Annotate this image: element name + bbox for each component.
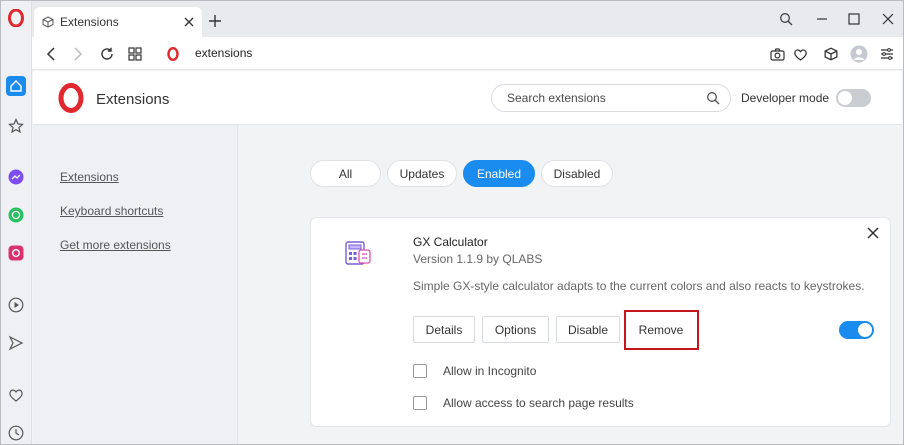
browser-window: Extensions extensions Extensions Search … [0, 0, 904, 445]
search-tabs-icon[interactable] [776, 9, 796, 29]
developer-mode-toggle[interactable] [836, 89, 871, 107]
search-box[interactable] [491, 84, 731, 112]
address-bar: extensions [32, 37, 903, 70]
allow-incognito-row[interactable]: Allow in Incognito [413, 364, 536, 378]
allow-search-row[interactable]: Allow access to search page results [413, 396, 634, 410]
allow-incognito-checkbox[interactable] [413, 364, 427, 378]
close-window-icon[interactable] [878, 9, 898, 29]
disable-button[interactable]: Disable [556, 316, 620, 343]
favorites-icon[interactable] [5, 115, 27, 137]
forward-icon[interactable] [68, 44, 88, 64]
extensions-page: Extensions Developer mode Extensions Key… [33, 71, 902, 444]
extension-version: Version 1.1.9 by QLABS [413, 252, 543, 266]
nav-link-keyboard-shortcuts[interactable]: Keyboard shortcuts [60, 204, 163, 218]
developer-mode-label: Developer mode [741, 91, 830, 105]
options-button[interactable]: Options [482, 316, 549, 343]
url-text[interactable]: extensions [195, 46, 252, 60]
minimize-icon[interactable] [812, 9, 832, 29]
opera-menu-icon[interactable] [5, 7, 27, 29]
back-icon[interactable] [41, 44, 61, 64]
player-icon[interactable] [5, 294, 27, 316]
tab-extensions[interactable]: Extensions [34, 7, 202, 37]
opera-page-icon [163, 44, 183, 64]
close-tab-icon[interactable] [184, 17, 194, 27]
search-input[interactable] [507, 85, 697, 111]
history-icon[interactable] [5, 422, 27, 444]
tab-strip: Extensions [32, 1, 903, 37]
details-button[interactable]: Details [413, 316, 475, 343]
filter-enabled[interactable]: Enabled [463, 160, 535, 187]
easy-setup-icon[interactable] [877, 44, 897, 64]
send-icon[interactable] [5, 332, 27, 354]
home-icon[interactable] [6, 76, 26, 96]
nav-link-extensions[interactable]: Extensions [60, 170, 119, 184]
extension-name: GX Calculator [413, 235, 488, 249]
calculator-icon [345, 240, 371, 266]
whatsapp-icon[interactable] [5, 204, 27, 226]
filter-all[interactable]: All [310, 160, 381, 187]
my-flow-heart-icon[interactable] [790, 44, 810, 64]
nav-link-get-more-extensions[interactable]: Get more extensions [60, 238, 171, 252]
new-tab-icon[interactable] [206, 12, 224, 30]
reload-icon[interactable] [97, 44, 117, 64]
extension-enabled-toggle[interactable] [839, 321, 874, 339]
close-icon[interactable] [866, 226, 882, 242]
page-header: Extensions Developer mode [33, 71, 902, 125]
snapshot-icon[interactable] [767, 44, 787, 64]
extensions-cube-icon[interactable] [821, 44, 841, 64]
allow-search-checkbox[interactable] [413, 396, 427, 410]
page-title: Extensions [96, 91, 170, 108]
remove-button[interactable]: Remove [629, 316, 693, 343]
tab-title: Extensions [60, 15, 119, 29]
filter-tabs: All Updates Enabled Disabled [310, 160, 613, 187]
instagram-icon[interactable] [5, 242, 27, 264]
profile-avatar-icon[interactable] [849, 44, 869, 64]
search-icon[interactable] [706, 91, 720, 105]
speed-dial-icon[interactable] [125, 44, 145, 64]
extension-card: GX Calculator Version 1.1.9 by QLABS Sim… [310, 217, 891, 427]
heart-icon[interactable] [5, 384, 27, 406]
filter-disabled[interactable]: Disabled [541, 160, 613, 187]
filter-updates[interactable]: Updates [387, 160, 457, 187]
browser-sidebar [1, 1, 32, 444]
extension-description: Simple GX-style calculator adapts to the… [413, 279, 865, 293]
allow-search-label: Allow access to search page results [443, 396, 634, 410]
maximize-icon[interactable] [844, 9, 864, 29]
allow-incognito-label: Allow in Incognito [443, 364, 537, 378]
opera-logo-icon [58, 83, 84, 113]
extensions-nav: Extensions Keyboard shortcuts Get more e… [33, 125, 238, 444]
cube-icon [42, 16, 54, 28]
messenger-icon[interactable] [5, 166, 27, 188]
